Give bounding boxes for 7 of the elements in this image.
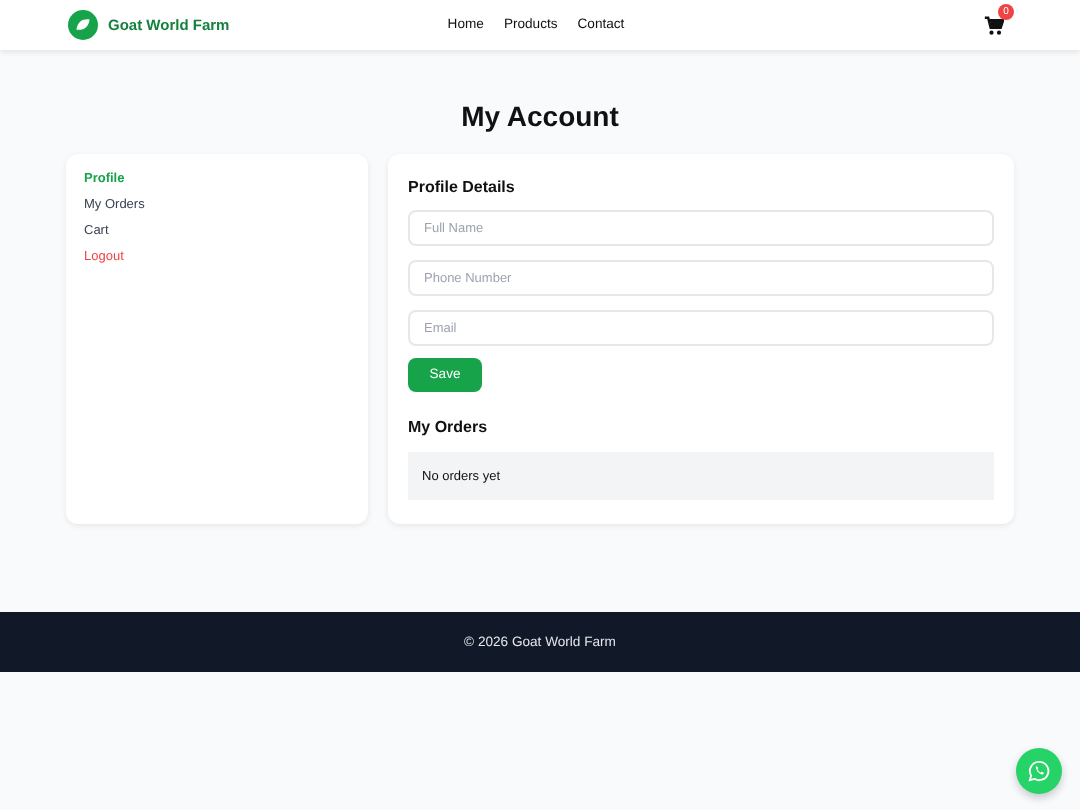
section-heading: Profile Details xyxy=(408,178,517,196)
leaf-logo-icon xyxy=(68,10,98,40)
page-title: My Account xyxy=(459,100,621,132)
cart-icon xyxy=(984,15,1004,35)
section-heading: My Orders xyxy=(408,418,490,436)
chat-button[interactable] xyxy=(1016,748,1062,794)
chat-bubble-icon xyxy=(1028,760,1050,782)
